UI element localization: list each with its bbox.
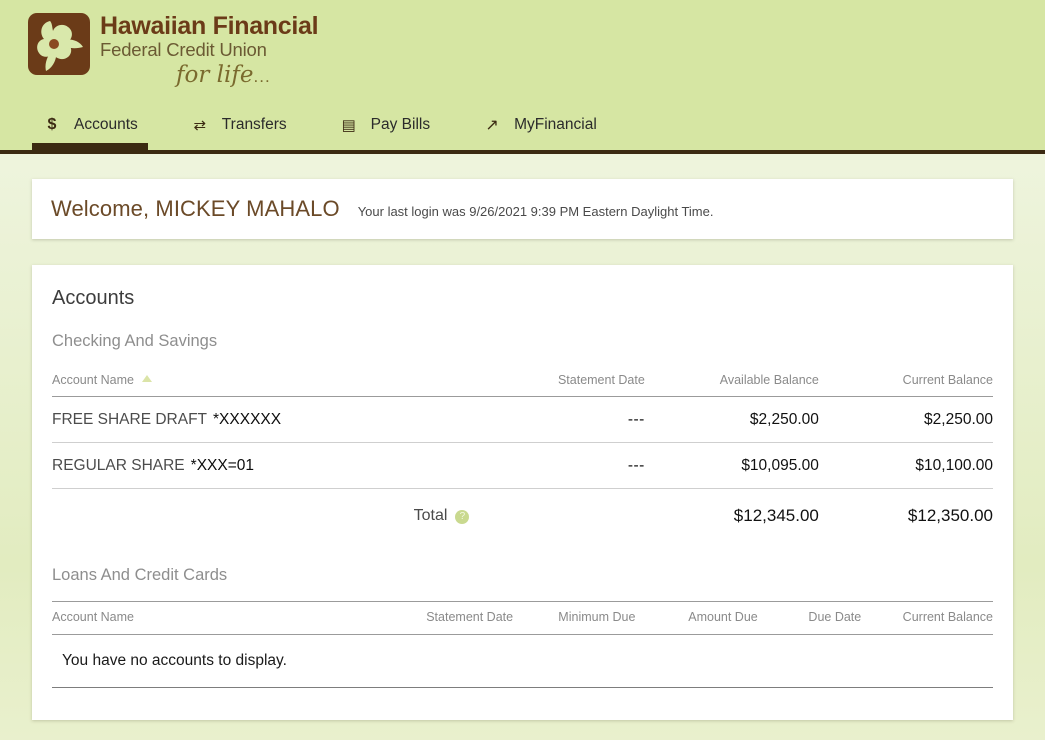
account-number-mask: *XXX=01: [191, 457, 254, 474]
empty-state-row: You have no accounts to display.: [52, 635, 993, 688]
total-statement-date-cell: [475, 489, 644, 537]
totals-row: Total? $12,345.00 $12,350.00: [52, 489, 993, 537]
last-login-text: Your last login was 9/26/2021 9:39 PM Ea…: [358, 200, 714, 219]
transfer-arrows-icon: ⇄: [190, 116, 210, 134]
table-row[interactable]: REGULAR SHARE *XXX=01 --- $10,095.00 $10,…: [52, 443, 993, 489]
bill-list-icon: ▤: [339, 116, 359, 134]
column-header-amount-due[interactable]: Amount Due: [635, 602, 757, 635]
account-name-cell: FREE SHARE DRAFT *XXXXXX: [52, 397, 475, 443]
site-header: Hawaiian Financial Federal Credit Union …: [0, 0, 1045, 105]
page-title: Accounts: [52, 287, 993, 310]
column-header-loan-account-name[interactable]: Account Name: [52, 602, 391, 635]
nav-item-pay-bills[interactable]: ▤ Pay Bills: [329, 105, 440, 145]
nav-item-myfinancial[interactable]: ↗ MyFinancial: [472, 105, 607, 145]
nav-item-myfinancial-label: MyFinancial: [514, 116, 597, 134]
statement-date-cell: ---: [475, 443, 644, 489]
account-name-cell: REGULAR SHARE *XXX=01: [52, 443, 475, 489]
checking-savings-section-title: Checking And Savings: [52, 332, 993, 351]
column-header-account-name[interactable]: Account Name: [52, 367, 475, 397]
welcome-banner: Welcome, MICKEY MAHALO Your last login w…: [32, 179, 1013, 239]
account-number-mask: *XXXXXX: [213, 411, 281, 428]
nav-item-transfers-label: Transfers: [222, 116, 287, 134]
column-header-account-name-label: Account Name: [52, 373, 134, 387]
help-question-icon[interactable]: ?: [455, 510, 469, 524]
sort-ascending-triangle-icon[interactable]: [142, 375, 152, 382]
checking-savings-table: Account Name Statement Date Available Ba…: [52, 367, 993, 536]
column-header-available-balance[interactable]: Available Balance: [645, 367, 819, 397]
table-header-row: Account Name Statement Date Minimum Due …: [52, 602, 993, 635]
welcome-greeting: Welcome, MICKEY MAHALO: [51, 196, 340, 222]
total-label-cell: Total?: [52, 489, 475, 537]
column-header-minimum-due[interactable]: Minimum Due: [513, 602, 635, 635]
brand-wordmark: Hawaiian Financial Federal Credit Union …: [100, 13, 318, 90]
account-name-label[interactable]: FREE SHARE DRAFT: [52, 411, 207, 428]
available-balance-cell: $2,250.00: [645, 397, 819, 443]
page-content: Welcome, MICKEY MAHALO Your last login w…: [0, 154, 1045, 740]
nav-item-transfers[interactable]: ⇄ Transfers: [180, 105, 297, 145]
total-available-balance: $12,345.00: [645, 489, 819, 537]
nav-item-pay-bills-label: Pay Bills: [371, 116, 430, 134]
main-navigation: $ Accounts ⇄ Transfers ▤ Pay Bills ↗ MyF…: [0, 105, 1045, 150]
brand-tagline-text: for life: [176, 62, 254, 88]
total-label: Total: [414, 507, 448, 524]
current-balance-cell: $10,100.00: [819, 443, 993, 489]
table-row[interactable]: FREE SHARE DRAFT *XXXXXX --- $2,250.00 $2…: [52, 397, 993, 443]
brand-tagline: for life...: [176, 62, 318, 90]
accounts-card: Accounts Checking And Savings Account Na…: [32, 265, 1013, 720]
nav-item-accounts[interactable]: $ Accounts: [32, 105, 148, 145]
brand-name-secondary: Federal Credit Union: [100, 39, 318, 61]
dollar-sign-icon: $: [42, 116, 62, 134]
brand-logo[interactable]: Hawaiian Financial Federal Credit Union …: [28, 13, 318, 90]
account-name-label[interactable]: REGULAR SHARE: [52, 457, 185, 474]
statement-date-cell: ---: [475, 397, 644, 443]
loans-credit-cards-section: Loans And Credit Cards Account Name Stat…: [52, 566, 993, 688]
column-header-current-balance[interactable]: Current Balance: [819, 367, 993, 397]
column-header-statement-date[interactable]: Statement Date: [475, 367, 644, 397]
column-header-loan-statement-date[interactable]: Statement Date: [391, 602, 513, 635]
column-header-loan-current-balance[interactable]: Current Balance: [861, 602, 993, 635]
total-current-balance: $12,350.00: [819, 489, 993, 537]
table-header-row: Account Name Statement Date Available Ba…: [52, 367, 993, 397]
empty-state-message: You have no accounts to display.: [52, 635, 993, 688]
loans-section-title: Loans And Credit Cards: [52, 566, 993, 585]
column-header-due-date[interactable]: Due Date: [758, 602, 862, 635]
brand-name-primary: Hawaiian Financial: [100, 13, 318, 39]
hibiscus-flower-logo-icon: [28, 13, 90, 75]
loans-credit-cards-table: Account Name Statement Date Minimum Due …: [52, 601, 993, 688]
available-balance-cell: $10,095.00: [645, 443, 819, 489]
nav-item-accounts-label: Accounts: [74, 116, 138, 134]
current-balance-cell: $2,250.00: [819, 397, 993, 443]
brand-tagline-dots: ...: [254, 67, 271, 86]
trend-up-icon: ↗: [482, 115, 502, 135]
